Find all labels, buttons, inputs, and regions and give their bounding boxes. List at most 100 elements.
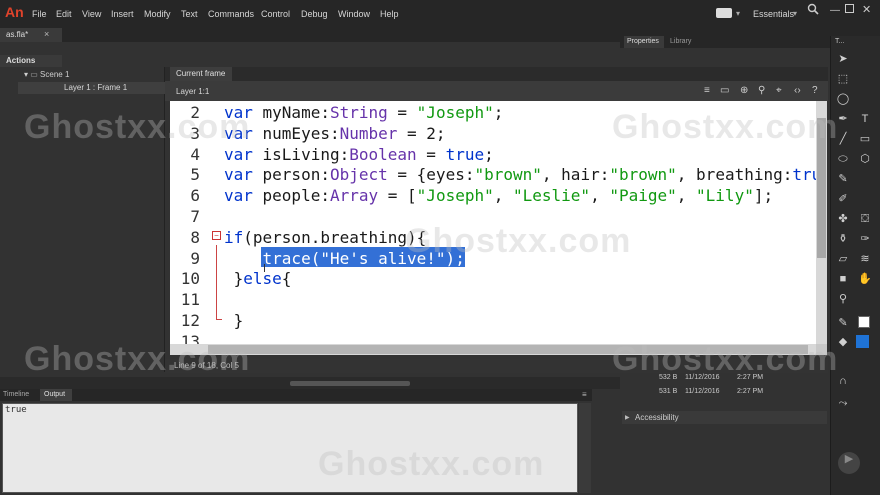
code-token: numEyes: (262, 123, 340, 143)
close-icon[interactable]: ✕ (862, 3, 871, 16)
code-line: }else{ (224, 269, 292, 289)
tab-library[interactable]: Library (670, 38, 691, 45)
output-scrollbar[interactable] (579, 403, 591, 493)
code-token: = {eyes: (387, 165, 475, 185)
code-token: } (224, 269, 244, 289)
help-icon[interactable]: ? (812, 85, 823, 96)
code-token: = (387, 103, 417, 122)
chevron-down-icon[interactable]: ▾ (793, 9, 797, 18)
menu-window[interactable]: Window (338, 9, 370, 19)
menu-modify[interactable]: Modify (144, 9, 171, 19)
eraser-icon[interactable]: ▱ (836, 252, 850, 266)
chevron-right-icon[interactable]: ▶ (625, 414, 630, 421)
free-transform-icon[interactable]: ⬚ (836, 72, 850, 86)
tree-item-label: Layer 1 : Frame 1 (64, 83, 128, 92)
ink-bottle-icon[interactable]: ⚱ (836, 232, 850, 246)
close-icon[interactable]: × (44, 29, 49, 39)
tab-output[interactable]: Output (40, 389, 72, 401)
menu-view[interactable]: View (82, 9, 101, 19)
code-token: else (243, 269, 282, 289)
tab-properties[interactable]: Properties (624, 36, 664, 48)
line-number: 8 (190, 227, 200, 247)
fold-guide-end (216, 319, 222, 320)
fold-toggle-icon[interactable]: − (212, 231, 221, 240)
format-code-icon[interactable]: ⌖ (776, 85, 787, 96)
code-token: = 2; (397, 123, 446, 143)
zoom-icon[interactable]: ⚲ (836, 292, 850, 306)
animate-window: An File Edit View Insert Modify Text Commands C… (0, 0, 880, 495)
camera-icon[interactable]: ■ (836, 272, 850, 286)
tree-item-scene[interactable]: ▾ ▭ Scene 1 (24, 70, 69, 79)
menu-edit[interactable]: Edit (56, 9, 72, 19)
snap-to-objects-icon[interactable]: ∩ (836, 374, 850, 388)
tree-item-frame[interactable]: Layer 1 : Frame 1 (64, 83, 127, 92)
tab-current-frame[interactable]: Current frame (170, 67, 232, 81)
target-icon[interactable]: ⊕ (740, 85, 751, 96)
code-token: var (224, 165, 263, 185)
fill-color-icon[interactable]: ◆ (836, 335, 850, 349)
insert-target-icon[interactable]: ≡ (704, 85, 715, 96)
panel-menu-icon[interactable]: ≡ (582, 390, 587, 399)
menu-insert[interactable]: Insert (111, 9, 134, 19)
eyedropper-icon[interactable]: ✑ (858, 232, 872, 246)
script-navigator (0, 67, 165, 372)
pencil-icon[interactable]: ✎ (836, 172, 850, 186)
code-token: , breathing: (676, 165, 793, 185)
code-token: "Lily" (696, 186, 754, 206)
stroke-color-swatch[interactable] (858, 316, 870, 328)
hand-tool-icon[interactable]: ✋ (858, 272, 872, 286)
play-icon[interactable]: ▶ (838, 452, 860, 474)
code-token: (person.breathing){ (243, 227, 427, 247)
scene-icon: ▭ (30, 70, 38, 79)
paint-bucket-icon[interactable]: ⛋ (858, 212, 872, 226)
fill-color-swatch[interactable] (856, 335, 869, 348)
tab-timeline[interactable]: Timeline (3, 391, 29, 398)
minimize-icon[interactable]: — (830, 5, 840, 16)
stroke-color-icon[interactable]: ✎ (836, 316, 850, 330)
menu-help[interactable]: Help (380, 9, 399, 19)
code-brackets-icon[interactable]: ‹› (794, 85, 805, 96)
mode-switch-icon[interactable] (716, 8, 732, 18)
line-number: 10 (180, 269, 200, 289)
document-tab[interactable]: as.fla* (0, 28, 62, 42)
code-token: String (329, 103, 388, 122)
code-token: isLiving: (262, 144, 350, 164)
lasso-icon[interactable]: ◯ (836, 92, 850, 106)
bottom-tabbar (0, 389, 592, 401)
layer-label: Layer 1:1 (176, 87, 210, 96)
code-token: Array (329, 186, 379, 206)
menu-commands[interactable]: Commands (208, 9, 254, 19)
width-tool-icon[interactable]: ≋ (858, 252, 872, 266)
line-number: 12 (180, 311, 200, 330)
code-token: "Joseph" (416, 186, 494, 206)
code-token: "brown" (609, 165, 677, 185)
menu-debug[interactable]: Debug (301, 9, 328, 19)
splitter-handle[interactable] (290, 381, 410, 386)
code-snippets-icon[interactable]: ▭ (720, 85, 731, 96)
brush-icon[interactable]: ✐ (836, 192, 850, 206)
menu-control[interactable]: Control (261, 9, 290, 19)
maximize-icon[interactable] (845, 4, 854, 13)
line-number: 6 (190, 186, 200, 206)
code-token: var (224, 123, 263, 143)
search-icon[interactable] (807, 3, 820, 16)
polystar-tool-icon[interactable]: ⬡ (858, 152, 872, 166)
workspace-label[interactable]: Essentials (753, 9, 794, 19)
code-line: var isLiving:Boolean = true; (224, 145, 494, 164)
oval-tool-icon[interactable]: ⬭ (836, 152, 850, 166)
text-tool-icon[interactable]: T (858, 112, 872, 126)
menu-text[interactable]: Text (181, 9, 198, 19)
scrollbar-thumb[interactable] (817, 118, 826, 258)
bone-tool-icon[interactable]: ✤ (836, 212, 850, 226)
search-icon[interactable]: ⚲ (758, 85, 769, 96)
menu-file[interactable]: File (32, 9, 47, 19)
scrollbar-thumb[interactable] (208, 345, 808, 354)
line-tool-icon[interactable]: ╱ (836, 132, 850, 146)
rectangle-tool-icon[interactable]: ▭ (858, 132, 872, 146)
pen-icon[interactable]: ✒ (836, 112, 850, 126)
selection-tool-icon[interactable]: ➤ (836, 52, 850, 66)
text-cursor (264, 264, 265, 272)
smooth-icon[interactable]: ⤳ (836, 396, 850, 410)
chevron-down-icon[interactable]: ▾ (736, 9, 740, 18)
library-date: 11/12/2016 (685, 388, 720, 395)
